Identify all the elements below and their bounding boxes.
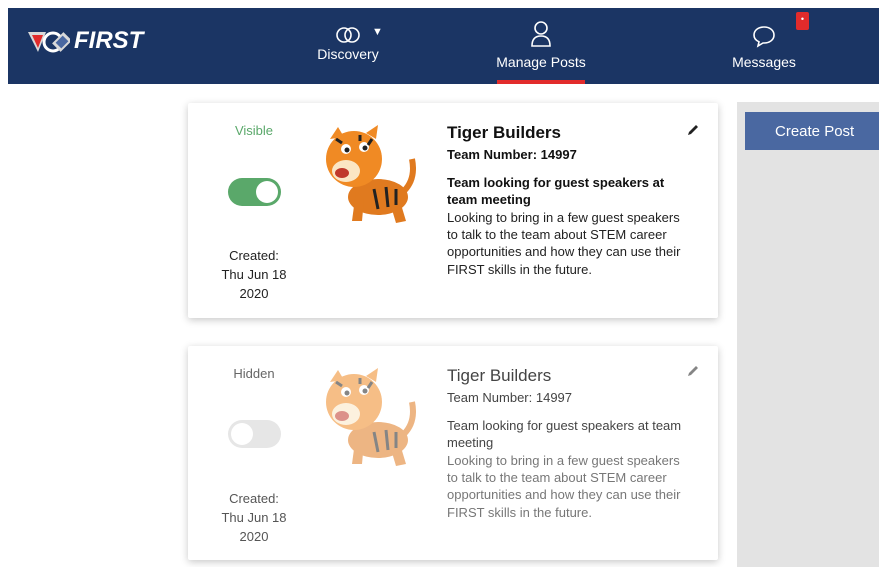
create-post-button[interactable]: Create Post [745,112,879,150]
visibility-toggle[interactable] [228,420,281,448]
right-panel: Create Post [737,102,879,567]
pencil-icon[interactable] [686,123,700,137]
nav-manage-posts-label: Manage Posts [496,54,586,70]
post-created-date: Created: Thu Jun 18 2020 [188,489,320,546]
pencil-icon[interactable] [686,364,700,378]
post-created-date: Created: Thu Jun 18 2020 [188,246,320,303]
created-year: 2020 [239,529,269,544]
post-team-number: Team Number: 14997 [447,390,573,405]
logo-text: FIRST [74,27,144,54]
created-date: Thu Jun 18 [221,267,287,282]
post-headline: Team looking for guest speakers at team … [447,175,665,207]
visibility-toggle[interactable] [228,178,281,206]
post-description: Looking to bring in a few guest speakers… [447,210,681,277]
created-date: Thu Jun 18 [221,510,287,525]
post-description: Looking to bring in a few guest speakers… [447,453,681,520]
first-logo[interactable]: FIRST [26,24,143,58]
active-tab-indicator [497,80,585,84]
post-team-name: Tiger Builders [447,366,552,385]
post-status-label: Hidden [233,366,275,381]
post-team-name: Tiger Builders [447,123,561,142]
page: FIRST ▼ Discovery Manage Posts • Message… [0,0,879,567]
toggle-knob [256,181,278,203]
nav-discovery[interactable]: ▼ Discovery [288,8,408,84]
toggle-knob [231,423,253,445]
chat-bubble-icon [753,26,775,48]
created-label: Created: [229,248,279,263]
created-year: 2020 [239,286,269,301]
post-card: Visible Created: Thu Jun 18 2020 Tiger B… [188,103,718,318]
tiger-avatar-image [326,368,416,466]
post-team-number: Team Number: 14997 [447,147,577,162]
top-nav-bar: FIRST ▼ Discovery Manage Posts • Message… [8,8,879,84]
messages-badge: • [796,12,809,30]
post-card: Hidden Created: Thu Jun 18 2020 Tiger Bu… [188,346,718,560]
first-logo-icon [28,31,70,53]
user-icon [531,21,551,47]
nav-messages-label: Messages [732,54,796,70]
tiger-avatar-image [326,125,416,223]
nav-manage-posts[interactable]: Manage Posts [486,8,596,84]
discovery-icon [336,27,360,43]
post-status-label: Visible [234,123,274,138]
nav-messages[interactable]: • Messages [714,8,814,84]
chevron-down-icon[interactable]: ▼ [372,26,383,38]
nav-discovery-label: Discovery [317,46,379,62]
created-label: Created: [229,491,279,506]
post-headline: Team looking for guest speakers at team … [447,418,682,450]
